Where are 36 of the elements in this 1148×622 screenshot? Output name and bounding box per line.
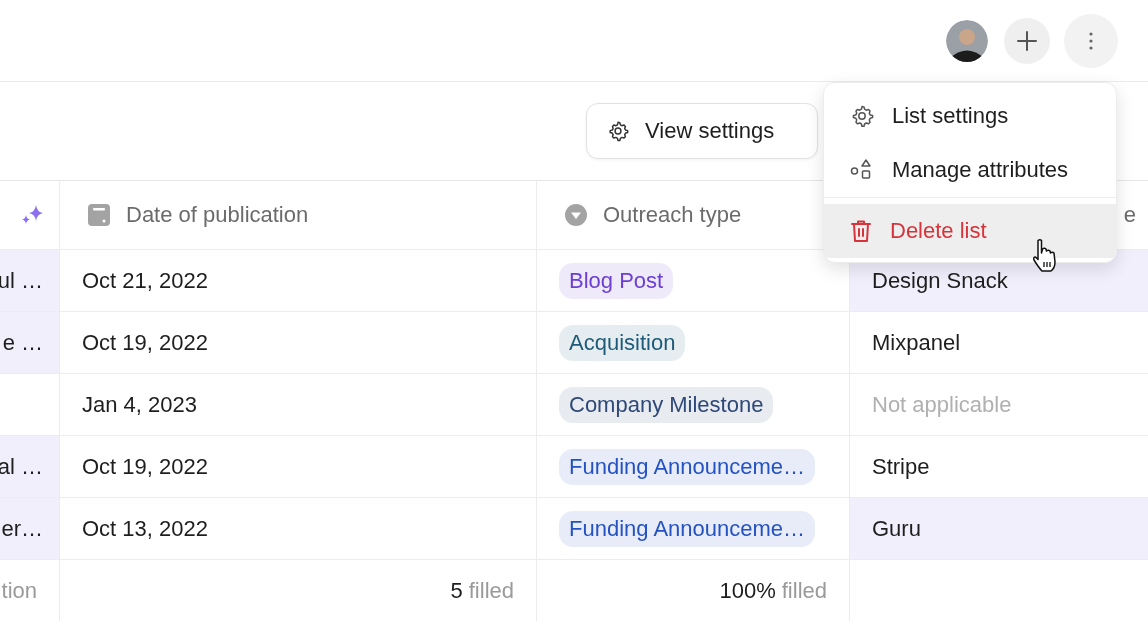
fill-summary: tion [1, 577, 37, 604]
table-cell: Not applicable [850, 374, 1148, 436]
tag: Funding Announceme… [559, 510, 816, 547]
menu-item[interactable]: List settings [824, 89, 1116, 143]
menu-item[interactable]: Manage attributes [824, 143, 1116, 197]
add-button[interactable] [1004, 17, 1050, 64]
fill-summary: 100% filled [719, 577, 827, 604]
table-cell: e … [0, 312, 60, 374]
fill-summary: 5 filled [450, 577, 514, 604]
view-settings-button[interactable]: View settings [586, 103, 818, 159]
settings-icon [607, 120, 629, 142]
column-header: Date of publication [126, 202, 309, 228]
column-header: Outreach type [603, 202, 742, 228]
more-icon [1089, 31, 1093, 50]
tag: Funding Announceme… [559, 448, 816, 485]
trash-icon [850, 219, 872, 243]
table-cell: Jan 4, 2023 [60, 374, 537, 436]
table-cell: Mixpanel [850, 312, 1148, 374]
table-cell: Guru [850, 498, 1148, 560]
menu-item[interactable]: Delete list [824, 204, 1116, 258]
table-cell: Oct 13, 2022 [60, 498, 537, 560]
tag: Blog Post [559, 262, 674, 299]
avatar[interactable] [946, 19, 988, 62]
table-cell: er… [0, 498, 60, 560]
plus-icon [1016, 29, 1038, 52]
dropdown-icon [565, 204, 587, 226]
tag: Company Milestone [559, 386, 774, 423]
table-cell: Oct 19, 2022 [60, 312, 537, 374]
table-cell: Oct 21, 2022 [60, 250, 537, 312]
tag: Acquisition [559, 324, 686, 361]
table-cell: Oct 19, 2022 [60, 436, 537, 498]
calendar-icon [88, 204, 110, 226]
settings-icon [850, 104, 874, 128]
column-header: e [1123, 202, 1136, 228]
table-cell: ul … [0, 250, 60, 312]
shapes-icon [850, 158, 874, 182]
